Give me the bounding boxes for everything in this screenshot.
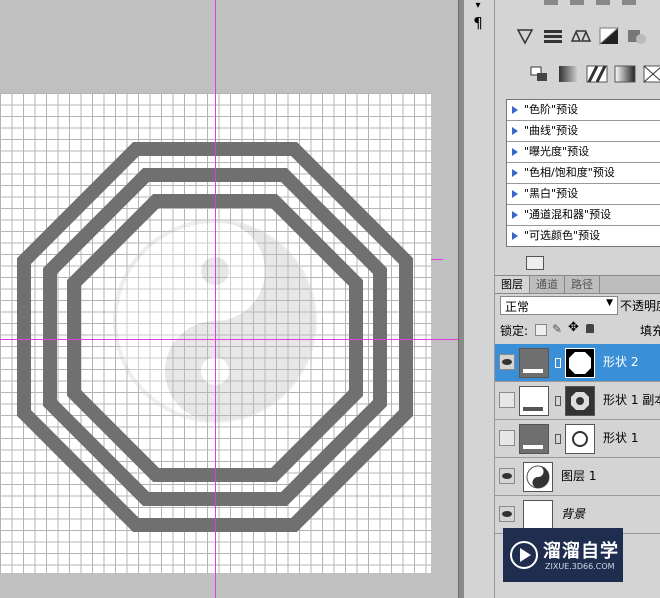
- brightness-icon[interactable]: [544, 0, 558, 5]
- link-icon: [555, 358, 561, 368]
- expand-triangle-icon: [512, 148, 518, 156]
- channel-icon[interactable]: [626, 26, 648, 46]
- layer-row-shape-2[interactable]: 形状 2: [495, 344, 660, 382]
- layer-name: 图层 1: [561, 469, 597, 483]
- guide-tick: [431, 259, 443, 260]
- layer-row-shape-1-copy[interactable]: 形状 1 副本: [495, 382, 660, 420]
- watermark-url: ZIXUE.3D66.COM: [545, 562, 615, 571]
- vibrance-top-icon[interactable]: [622, 0, 636, 5]
- vertical-guide[interactable]: [215, 0, 216, 598]
- expand-triangle-icon: [512, 211, 518, 219]
- visibility-eye-icon[interactable]: [499, 354, 515, 370]
- preset-channel-mixer[interactable]: "通道混和器"预设: [507, 205, 660, 226]
- chevron-down-icon: ▼: [606, 298, 613, 308]
- fill-icon[interactable]: [614, 64, 636, 84]
- blend-mode-value: 正常: [505, 300, 530, 314]
- curves-icon[interactable]: [542, 26, 564, 46]
- visibility-eye-icon[interactable]: [499, 468, 515, 484]
- preset-label: "色阶"预设: [524, 103, 579, 116]
- gradient-icon[interactable]: [558, 64, 580, 84]
- selective-icon[interactable]: [528, 64, 550, 84]
- vector-mask-thumbnail[interactable]: [565, 424, 595, 454]
- layer-row-layer-1[interactable]: 图层 1: [495, 458, 660, 496]
- visibility-toggle[interactable]: [499, 392, 515, 408]
- layer-color-thumbnail: [519, 348, 549, 378]
- exposure-top-icon[interactable]: [596, 0, 610, 5]
- preset-black-white[interactable]: "黑白"预设: [507, 184, 660, 205]
- tab-channels[interactable]: 通道: [530, 276, 565, 293]
- adjustment-presets-list: "色阶"预设 "曲线"预设 "曝光度"预设 "色相/饱和度"预设 "黑白"预设 …: [506, 99, 660, 247]
- preset-exposure[interactable]: "曝光度"预设: [507, 142, 660, 163]
- preset-label: "黑白"预设: [524, 187, 579, 200]
- paragraph-icon[interactable]: ¶: [468, 14, 488, 34]
- brush-tool-icon[interactable]: ▾: [468, 0, 488, 11]
- site-watermark: 溜溜自学 ZIXUE.3D66.COM: [503, 528, 623, 582]
- preset-curves[interactable]: "曲线"预设: [507, 121, 660, 142]
- exposure-icon[interactable]: [570, 26, 592, 46]
- preset-label: "通道混和器"预设: [524, 208, 612, 221]
- link-icon: [555, 396, 561, 406]
- tab-layers[interactable]: 图层: [495, 276, 530, 293]
- play-logo-icon: [510, 541, 538, 569]
- preset-selective-color[interactable]: "可选颜色"预设: [507, 226, 660, 246]
- expand-triangle-icon: [512, 232, 518, 240]
- opacity-label: 不透明度: [620, 299, 660, 313]
- expand-triangle-icon: [512, 169, 518, 177]
- panel-toolstrip: ▾ ¶: [464, 0, 495, 598]
- layer-name: 形状 1 副本: [603, 393, 660, 407]
- vector-mask-thumbnail[interactable]: [565, 386, 595, 416]
- lock-move-icon[interactable]: ✥: [568, 320, 579, 335]
- fill-label: 填充: [640, 324, 660, 338]
- tab-paths[interactable]: 路径: [565, 276, 600, 293]
- preset-label: "曝光度"预设: [524, 145, 590, 158]
- expand-triangle-icon: [512, 106, 518, 114]
- visibility-toggle[interactable]: [499, 430, 515, 446]
- layer-color-thumbnail: [519, 424, 549, 454]
- layers-panel-tabs: 图层 通道 路径: [495, 275, 660, 294]
- preset-label: "色相/饱和度"预设: [524, 166, 615, 179]
- levels-icon[interactable]: [514, 26, 536, 46]
- preset-levels[interactable]: "色阶"预设: [507, 100, 660, 121]
- link-icon: [555, 434, 561, 444]
- adjustment-row-1: [512, 24, 660, 48]
- visibility-eye-icon[interactable]: [499, 506, 515, 522]
- preset-label: "曲线"预设: [524, 124, 579, 137]
- expand-triangle-icon: [512, 190, 518, 198]
- curves-top-icon[interactable]: [570, 0, 584, 5]
- layer-color-thumbnail: [519, 386, 549, 416]
- layer-name: 形状 1: [603, 431, 639, 445]
- blend-mode-select[interactable]: 正常 ▼: [500, 296, 618, 315]
- invert-icon[interactable]: [642, 64, 660, 84]
- lock-all-icon[interactable]: [586, 324, 594, 333]
- expand-triangle-icon: [512, 127, 518, 135]
- lock-transparent-icon[interactable]: [535, 324, 547, 336]
- lock-label: 锁定:: [500, 324, 529, 338]
- adjustment-row-2: [526, 62, 660, 86]
- preset-hue-saturation[interactable]: "色相/饱和度"预设: [507, 163, 660, 184]
- yin-yang-thumbnail: [523, 462, 553, 492]
- background-thumbnail: [523, 500, 553, 530]
- preset-label: "可选颜色"预设: [524, 229, 601, 242]
- vector-mask-thumbnail[interactable]: [565, 348, 595, 378]
- return-to-adjustment-list-icon[interactable]: [526, 256, 544, 270]
- lock-brush-icon[interactable]: ✎: [552, 322, 562, 336]
- gradient-map-icon[interactable]: [598, 26, 620, 46]
- layer-row-shape-1[interactable]: 形状 1: [495, 420, 660, 458]
- watermark-brand: 溜溜自学: [543, 541, 619, 562]
- diagonal-icon[interactable]: [586, 64, 608, 84]
- adjustment-top-row: [540, 0, 660, 6]
- layer-name: 形状 2: [603, 355, 639, 369]
